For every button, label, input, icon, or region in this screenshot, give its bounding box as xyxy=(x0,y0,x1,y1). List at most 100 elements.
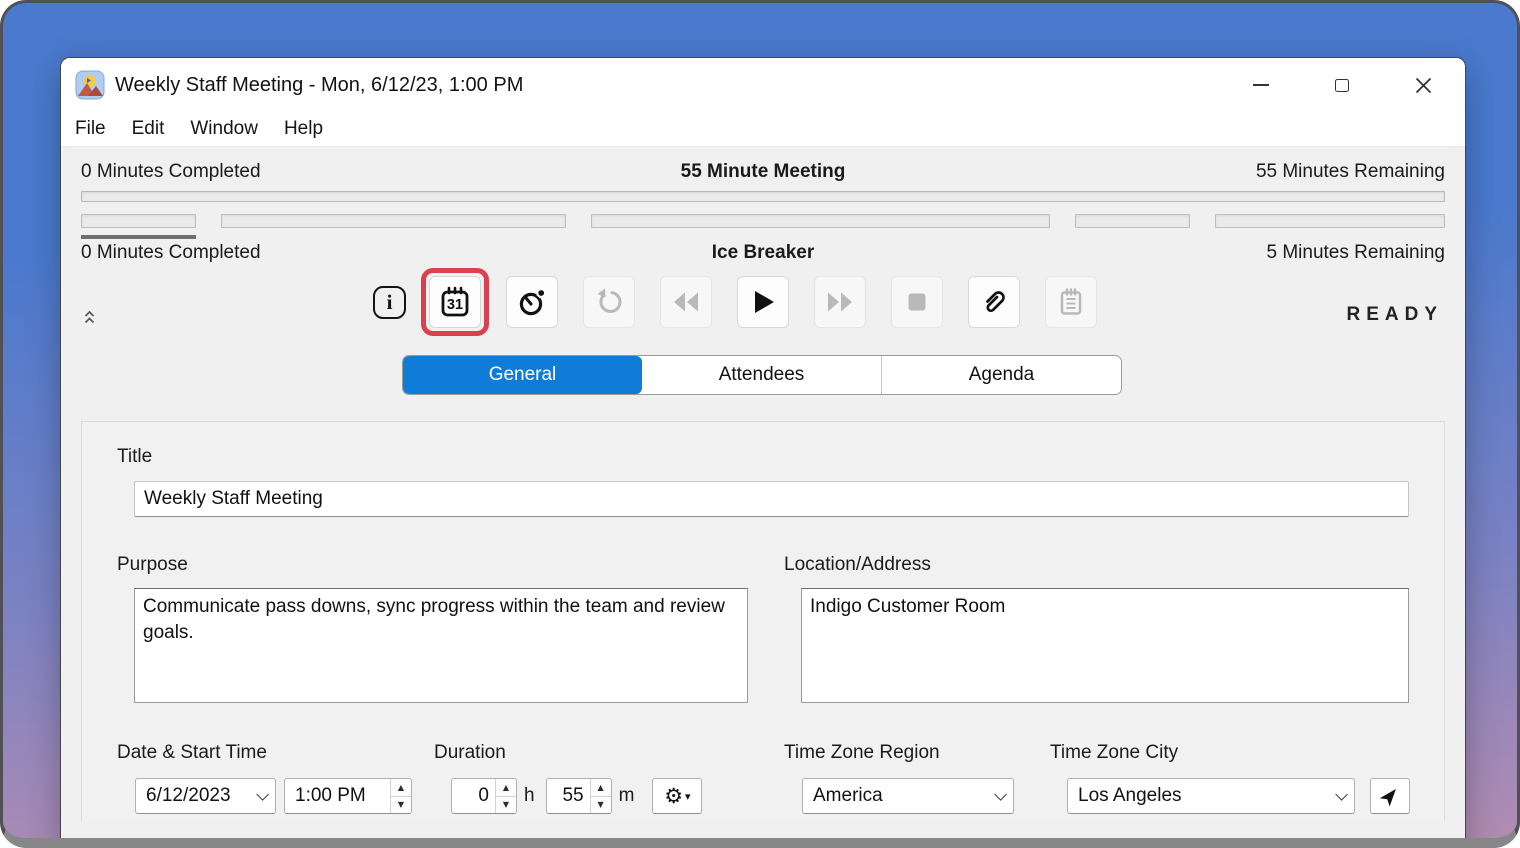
minutes-spinner: ▲ ▼ xyxy=(590,779,611,813)
section-progress-labels: 0 Minutes Completed Ice Breaker 5 Minute… xyxy=(81,242,1445,264)
segment-bar-1 xyxy=(221,214,566,239)
time-zone-region-label: Time Zone Region xyxy=(784,742,1014,764)
overall-completed-label: 0 Minutes Completed xyxy=(81,161,482,183)
desktop-background: Weekly Staff Meeting - Mon, 6/12/23, 1:0… xyxy=(0,0,1520,848)
spin-up-icon[interactable]: ▲ xyxy=(391,779,411,797)
date-picker[interactable]: 6/12/2023 xyxy=(135,778,276,814)
purpose-label: Purpose xyxy=(117,554,748,576)
svg-text:31: 31 xyxy=(447,297,463,313)
duration-settings-button[interactable]: ⚙ ▾ xyxy=(652,778,702,814)
paperclip-icon xyxy=(979,287,1009,317)
location-textarea[interactable]: Indigo Customer Room xyxy=(801,588,1409,703)
segment-progress xyxy=(81,214,1445,239)
time-zone-city-label: Time Zone City xyxy=(1050,742,1410,764)
rewind-icon xyxy=(671,290,701,314)
toolbar: i 31 xyxy=(81,276,1445,334)
window-title: Weekly Staff Meeting - Mon, 6/12/23, 1:0… xyxy=(115,74,523,97)
time-spinner: ▲ ▼ xyxy=(390,779,411,813)
gear-icon: ⚙ xyxy=(664,786,683,807)
maximize-icon xyxy=(1335,79,1349,92)
time-picker[interactable]: 1:00 PM ▲ ▼ xyxy=(284,778,412,814)
date-start-time-group: Date & Start Time 6/12/2023 1:00 PM ▲ ▼ xyxy=(117,742,412,814)
calendar-button-wrapper: 31 xyxy=(429,276,481,328)
minutes-unit-label: m xyxy=(619,785,635,807)
spin-down-icon[interactable]: ▼ xyxy=(591,797,611,814)
fast-forward-button[interactable] xyxy=(814,276,866,328)
app-icon xyxy=(75,70,105,100)
time-zone-city-group: Time Zone City Los Angeles xyxy=(1050,742,1410,814)
info-icon[interactable]: i xyxy=(373,286,406,319)
minimize-button[interactable] xyxy=(1237,65,1285,105)
time-zone-city-select[interactable]: Los Angeles xyxy=(1067,778,1355,814)
segment-bar-3 xyxy=(1075,214,1190,239)
hours-spinner: ▲ ▼ xyxy=(495,779,516,813)
title-bar: Weekly Staff Meeting - Mon, 6/12/23, 1:0… xyxy=(61,58,1465,112)
rewind-button[interactable] xyxy=(660,276,712,328)
tab-attendees[interactable]: Attendees xyxy=(642,356,881,394)
overall-progress-bar xyxy=(81,191,1445,202)
menu-bar: File Edit Window Help xyxy=(61,112,1465,147)
segment-bar-0 xyxy=(81,214,196,239)
time-zone-city-value: Los Angeles xyxy=(1078,785,1182,807)
title-input[interactable] xyxy=(134,481,1409,517)
duration-group: Duration 0 ▲ ▼ h 55 xyxy=(434,742,702,814)
spin-down-icon[interactable]: ▼ xyxy=(391,797,411,814)
time-value: 1:00 PM xyxy=(285,779,390,813)
reset-button[interactable] xyxy=(583,276,635,328)
duration-minutes-value: 55 xyxy=(547,779,590,813)
time-zone-region-group: Time Zone Region America xyxy=(784,742,1014,814)
spin-up-icon[interactable]: ▲ xyxy=(496,779,516,797)
section-completed-label: 0 Minutes Completed xyxy=(81,242,482,264)
title-label: Title xyxy=(117,446,1409,468)
navigation-arrow-icon xyxy=(1379,785,1401,807)
detect-location-button[interactable] xyxy=(1370,778,1410,814)
timer-icon xyxy=(517,287,547,317)
notepad-icon xyxy=(1056,287,1086,317)
spin-up-icon[interactable]: ▲ xyxy=(591,779,611,797)
timer-button[interactable] xyxy=(506,276,558,328)
window-controls xyxy=(1204,65,1447,105)
segment-bar-2 xyxy=(591,214,1051,239)
notes-button[interactable] xyxy=(1045,276,1097,328)
menu-window[interactable]: Window xyxy=(177,118,271,140)
section-title-label: Ice Breaker xyxy=(482,242,1044,264)
play-button[interactable] xyxy=(737,276,789,328)
stop-icon xyxy=(905,290,929,314)
chevron-down-icon xyxy=(994,788,1007,801)
segment-bar-4 xyxy=(1215,214,1445,239)
close-icon xyxy=(1415,77,1432,94)
calendar-button[interactable]: 31 xyxy=(429,276,481,328)
attachment-button[interactable] xyxy=(968,276,1020,328)
caret-down-icon: ▾ xyxy=(685,791,691,802)
close-button[interactable] xyxy=(1399,65,1447,105)
minimize-icon xyxy=(1253,84,1269,86)
purpose-textarea[interactable]: Communicate pass downs, sync progress wi… xyxy=(134,588,748,703)
tab-general[interactable]: General xyxy=(403,356,642,394)
tab-bar: General Attendees Agenda xyxy=(402,355,1122,395)
section-remaining-label: 5 Minutes Remaining xyxy=(1044,242,1445,264)
time-zone-region-select[interactable]: America xyxy=(802,778,1014,814)
duration-hours-stepper[interactable]: 0 ▲ ▼ xyxy=(451,778,517,814)
general-tab-panel: Title Purpose Communicate pass downs, sy… xyxy=(81,421,1445,821)
chevrons-up-icon xyxy=(83,310,96,325)
collapse-panel-button[interactable] xyxy=(83,310,96,325)
calendar-icon: 31 xyxy=(439,286,471,318)
app-window: Weekly Staff Meeting - Mon, 6/12/23, 1:0… xyxy=(60,57,1466,848)
menu-help[interactable]: Help xyxy=(271,118,336,140)
tab-agenda[interactable]: Agenda xyxy=(881,356,1121,394)
reset-icon xyxy=(595,288,623,316)
status-badge: READY xyxy=(1346,304,1443,326)
chevron-down-icon xyxy=(256,788,269,801)
stop-button[interactable] xyxy=(891,276,943,328)
chevron-down-icon xyxy=(1335,788,1348,801)
main-content: 0 Minutes Completed 55 Minute Meeting 55… xyxy=(61,161,1465,821)
date-value: 6/12/2023 xyxy=(146,785,231,807)
duration-minutes-stepper[interactable]: 55 ▲ ▼ xyxy=(546,778,612,814)
maximize-button[interactable] xyxy=(1318,65,1366,105)
menu-file[interactable]: File xyxy=(62,118,119,140)
spin-down-icon[interactable]: ▼ xyxy=(496,797,516,814)
menu-edit[interactable]: Edit xyxy=(119,118,178,140)
duration-hours-value: 0 xyxy=(452,779,495,813)
meeting-title-label: 55 Minute Meeting xyxy=(482,161,1044,183)
hours-unit-label: h xyxy=(524,785,535,807)
